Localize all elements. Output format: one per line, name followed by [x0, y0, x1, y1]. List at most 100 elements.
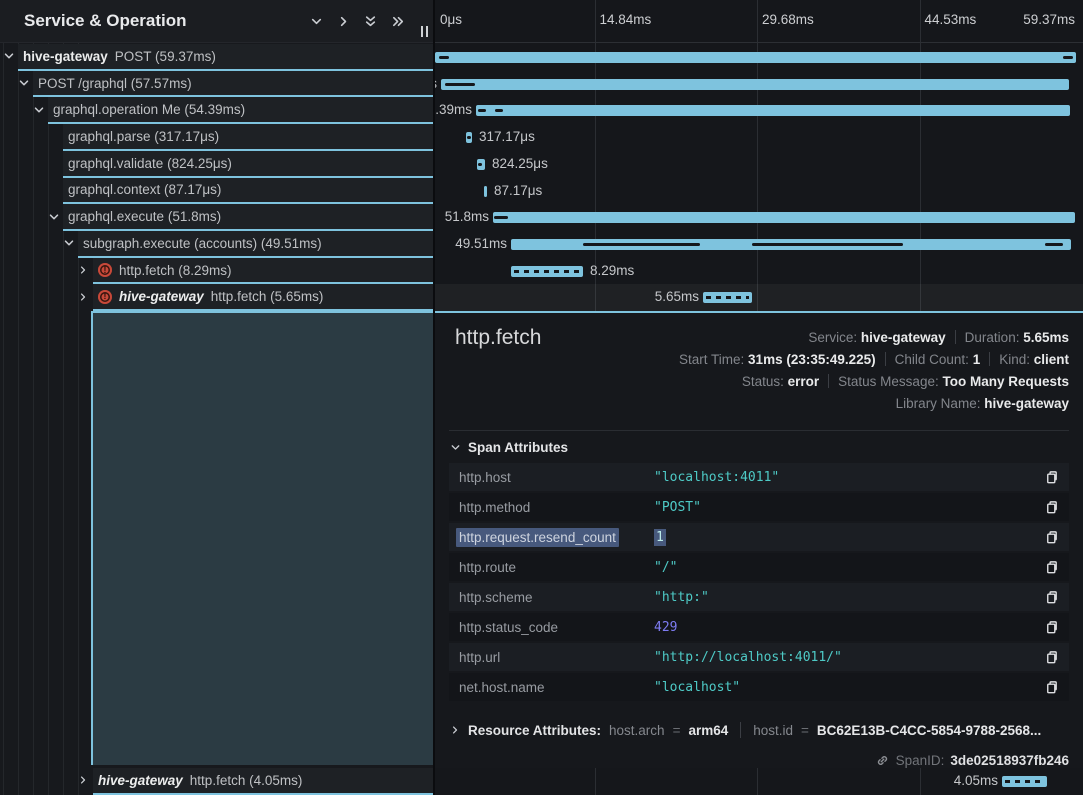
double-chevron-down-icon[interactable] [364, 15, 377, 28]
copy-button[interactable] [1033, 560, 1059, 575]
chevron-right-icon[interactable] [78, 265, 88, 275]
timeline-row[interactable]: 57.57ms [435, 71, 1083, 98]
service-name: hive-gateway [119, 289, 204, 304]
copy-button[interactable] [1033, 470, 1059, 485]
operation-name: http.fetch (8.29ms) [119, 263, 232, 278]
panel-resize-handle[interactable] [421, 26, 428, 37]
tree-row[interactable]: POST /graphql (57.57ms) [33, 71, 434, 98]
timeline-row[interactable] [435, 44, 1083, 71]
timeline-row[interactable]: 8.29ms [435, 258, 1083, 285]
timeline-row[interactable]: 49.51ms [435, 231, 1083, 258]
child-span-mark [494, 216, 508, 219]
span-bar[interactable] [477, 159, 485, 170]
copy-icon [1044, 530, 1059, 545]
child-span-mark [583, 243, 700, 246]
copy-button[interactable] [1033, 500, 1059, 515]
copy-button[interactable] [1033, 590, 1059, 605]
chevron-down-icon[interactable] [48, 211, 60, 223]
meta-value: hive-gateway [984, 396, 1069, 411]
error-icon: ! [98, 263, 112, 277]
child-span-mark [445, 83, 475, 86]
chevron-right-icon[interactable] [78, 775, 88, 785]
operation-name: http.fetch (5.65ms) [211, 289, 324, 304]
attribute-value: "http:" [654, 590, 1033, 605]
link-icon[interactable] [875, 753, 890, 768]
chevron-down-icon[interactable] [3, 50, 15, 62]
span-bar[interactable] [511, 239, 1071, 250]
chevron-down-icon [450, 442, 461, 453]
attribute-row: http.method"POST" [449, 493, 1069, 521]
span-id-label: SpanID: [896, 753, 945, 768]
chevron-down-icon[interactable] [63, 237, 75, 249]
tree-row[interactable]: graphql.validate (824.25μs) [63, 151, 434, 178]
panel-divider[interactable] [433, 0, 435, 795]
resource-attributes-header[interactable]: Resource Attributes: host.arch=arm64host… [450, 717, 1069, 743]
resource-value: BC62E13B-C4CC-5854-9788-2568... [817, 723, 1041, 738]
span-bar[interactable] [466, 132, 472, 143]
operation-name: graphql.context (87.17μs) [68, 182, 221, 197]
indent-guide [33, 43, 34, 795]
attribute-key: http.method [459, 500, 654, 515]
span-bar[interactable] [441, 79, 1069, 90]
indent-guide [3, 43, 4, 795]
timeline-row[interactable]: 4.05ms [435, 768, 1083, 795]
copy-button[interactable] [1033, 530, 1059, 545]
timeline-row[interactable]: 54.39ms [435, 97, 1083, 124]
duration-label: 57.57ms [435, 71, 437, 98]
span-bar[interactable] [484, 186, 487, 197]
span-attributes-table: http.host"localhost:4011"http.method"POS… [449, 463, 1069, 703]
timeline-row[interactable]: 824.25μs [435, 151, 1083, 178]
child-span-mark [478, 163, 482, 166]
attribute-value: "http://localhost:4011/" [654, 650, 1033, 665]
chevron-down-icon[interactable] [310, 15, 323, 28]
tree-row[interactable]: !hive-gatewayhttp.fetch (5.65ms) [93, 284, 434, 311]
span-bar[interactable] [1002, 776, 1047, 787]
span-bar[interactable] [476, 105, 1070, 116]
span-detail-panel: http.fetch Service: hive-gatewayDuration… [435, 311, 1083, 768]
span-meta: Service: hive-gatewayDuration: 5.65msSta… [679, 326, 1069, 414]
attribute-value: 1 [654, 530, 1033, 545]
tree-header-icons [310, 0, 404, 42]
tree-row[interactable]: hive-gatewayhttp.fetch (4.05ms) [93, 768, 434, 795]
chevron-down-icon[interactable] [33, 104, 45, 116]
copy-icon [1044, 470, 1059, 485]
tree-row[interactable]: subgraph.execute (accounts) (49.51ms) [78, 231, 434, 258]
copy-button[interactable] [1033, 620, 1059, 635]
attribute-key: net.host.name [459, 680, 654, 695]
timeline-row[interactable]: 51.8ms [435, 204, 1083, 231]
tree-row[interactable]: graphql.execute (51.8ms) [63, 204, 434, 231]
tree-row[interactable]: ! http.fetch (8.29ms) [93, 258, 434, 285]
attribute-row: http.status_code429 [449, 613, 1069, 641]
timeline-row[interactable]: 5.65ms [435, 284, 1083, 311]
span-bar[interactable] [493, 212, 1075, 223]
divider [449, 430, 1069, 431]
chevron-down-icon[interactable] [18, 77, 30, 89]
copy-icon [1044, 620, 1059, 635]
tree-row[interactable]: graphql.context (87.17μs) [63, 178, 434, 205]
span-bar[interactable] [703, 292, 752, 303]
tree-row[interactable]: graphql.parse (317.17μs) [63, 124, 434, 151]
double-chevron-right-icon[interactable] [391, 15, 404, 28]
timeline-row[interactable]: 317.17μs [435, 124, 1083, 151]
chevron-right-icon[interactable] [78, 292, 88, 302]
span-bar[interactable] [435, 52, 1076, 63]
meta-value: client [1034, 352, 1069, 367]
tree-row[interactable]: graphql.operation Me (54.39ms) [48, 97, 434, 124]
operation-name: POST /graphql (57.57ms) [38, 76, 192, 91]
copy-button[interactable] [1033, 680, 1059, 695]
attribute-value: "localhost" [654, 680, 1033, 695]
span-attributes-header[interactable]: Span Attributes [450, 440, 568, 455]
tree-row[interactable]: hive-gatewayPOST (59.37ms) [18, 44, 434, 71]
child-span-mark [1045, 243, 1063, 246]
span-bar[interactable] [511, 266, 583, 277]
child-span-mark [467, 136, 471, 139]
copy-button[interactable] [1033, 650, 1059, 665]
chevron-right-icon[interactable] [337, 15, 350, 28]
child-span-mark [495, 109, 503, 112]
operation-name: http.fetch (4.05ms) [190, 773, 303, 788]
meta-line: Service: hive-gatewayDuration: 5.65ms [808, 326, 1069, 348]
timeline-row[interactable]: 87.17μs [435, 178, 1083, 205]
meta-line: Start Time: 31ms (23:35:49.225)Child Cou… [679, 348, 1069, 370]
span-tree-panel: hive-gatewayPOST (59.37ms) POST /graphql … [0, 0, 434, 795]
selected-span-region [91, 311, 434, 765]
